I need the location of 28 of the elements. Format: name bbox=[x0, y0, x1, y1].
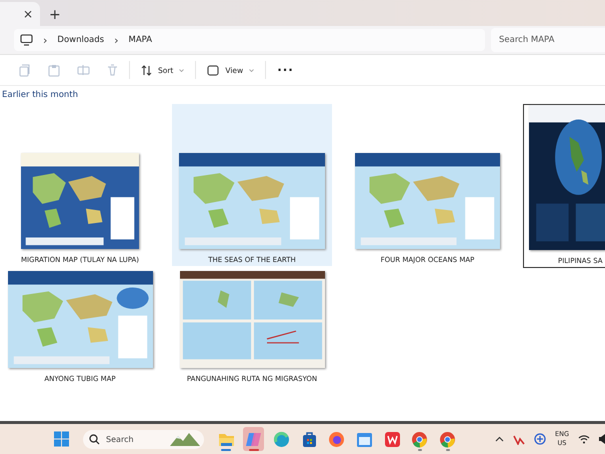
tray-status-icon[interactable] bbox=[534, 433, 546, 445]
chevron-up-icon[interactable] bbox=[494, 436, 504, 442]
copilot-icon bbox=[245, 430, 262, 448]
calendar-icon bbox=[356, 430, 374, 448]
group-heading: Earlier this month bbox=[1, 89, 80, 102]
office-icon bbox=[384, 430, 401, 448]
address-bar[interactable]: › Downloads › MAPA bbox=[14, 29, 485, 51]
taskbar-search-field[interactable]: Search bbox=[83, 430, 204, 448]
computer-icon bbox=[20, 34, 33, 46]
breadcrumb-separator: › bbox=[43, 34, 48, 46]
new-tab-button[interactable]: + bbox=[49, 4, 61, 26]
landscape-icon bbox=[170, 432, 200, 446]
more-button[interactable]: ··· bbox=[277, 63, 294, 77]
volume-icon[interactable] bbox=[598, 434, 605, 444]
chevron-down-icon bbox=[179, 68, 184, 72]
chevron-down-icon bbox=[249, 68, 254, 72]
search-field[interactable]: Search MAPA bbox=[491, 28, 605, 52]
wifi-icon[interactable] bbox=[578, 434, 590, 444]
view-icon bbox=[207, 64, 220, 76]
store-icon bbox=[300, 430, 318, 448]
tray-app-icon[interactable] bbox=[512, 434, 525, 444]
start-icon[interactable] bbox=[54, 431, 70, 447]
breadcrumb[interactable]: Downloads bbox=[57, 35, 104, 45]
breadcrumb[interactable]: MAPA bbox=[128, 35, 152, 45]
breadcrumb-separator: › bbox=[114, 34, 118, 46]
search-icon bbox=[89, 434, 100, 444]
sort-icon bbox=[141, 64, 152, 76]
taskbar-app[interactable] bbox=[243, 427, 264, 451]
